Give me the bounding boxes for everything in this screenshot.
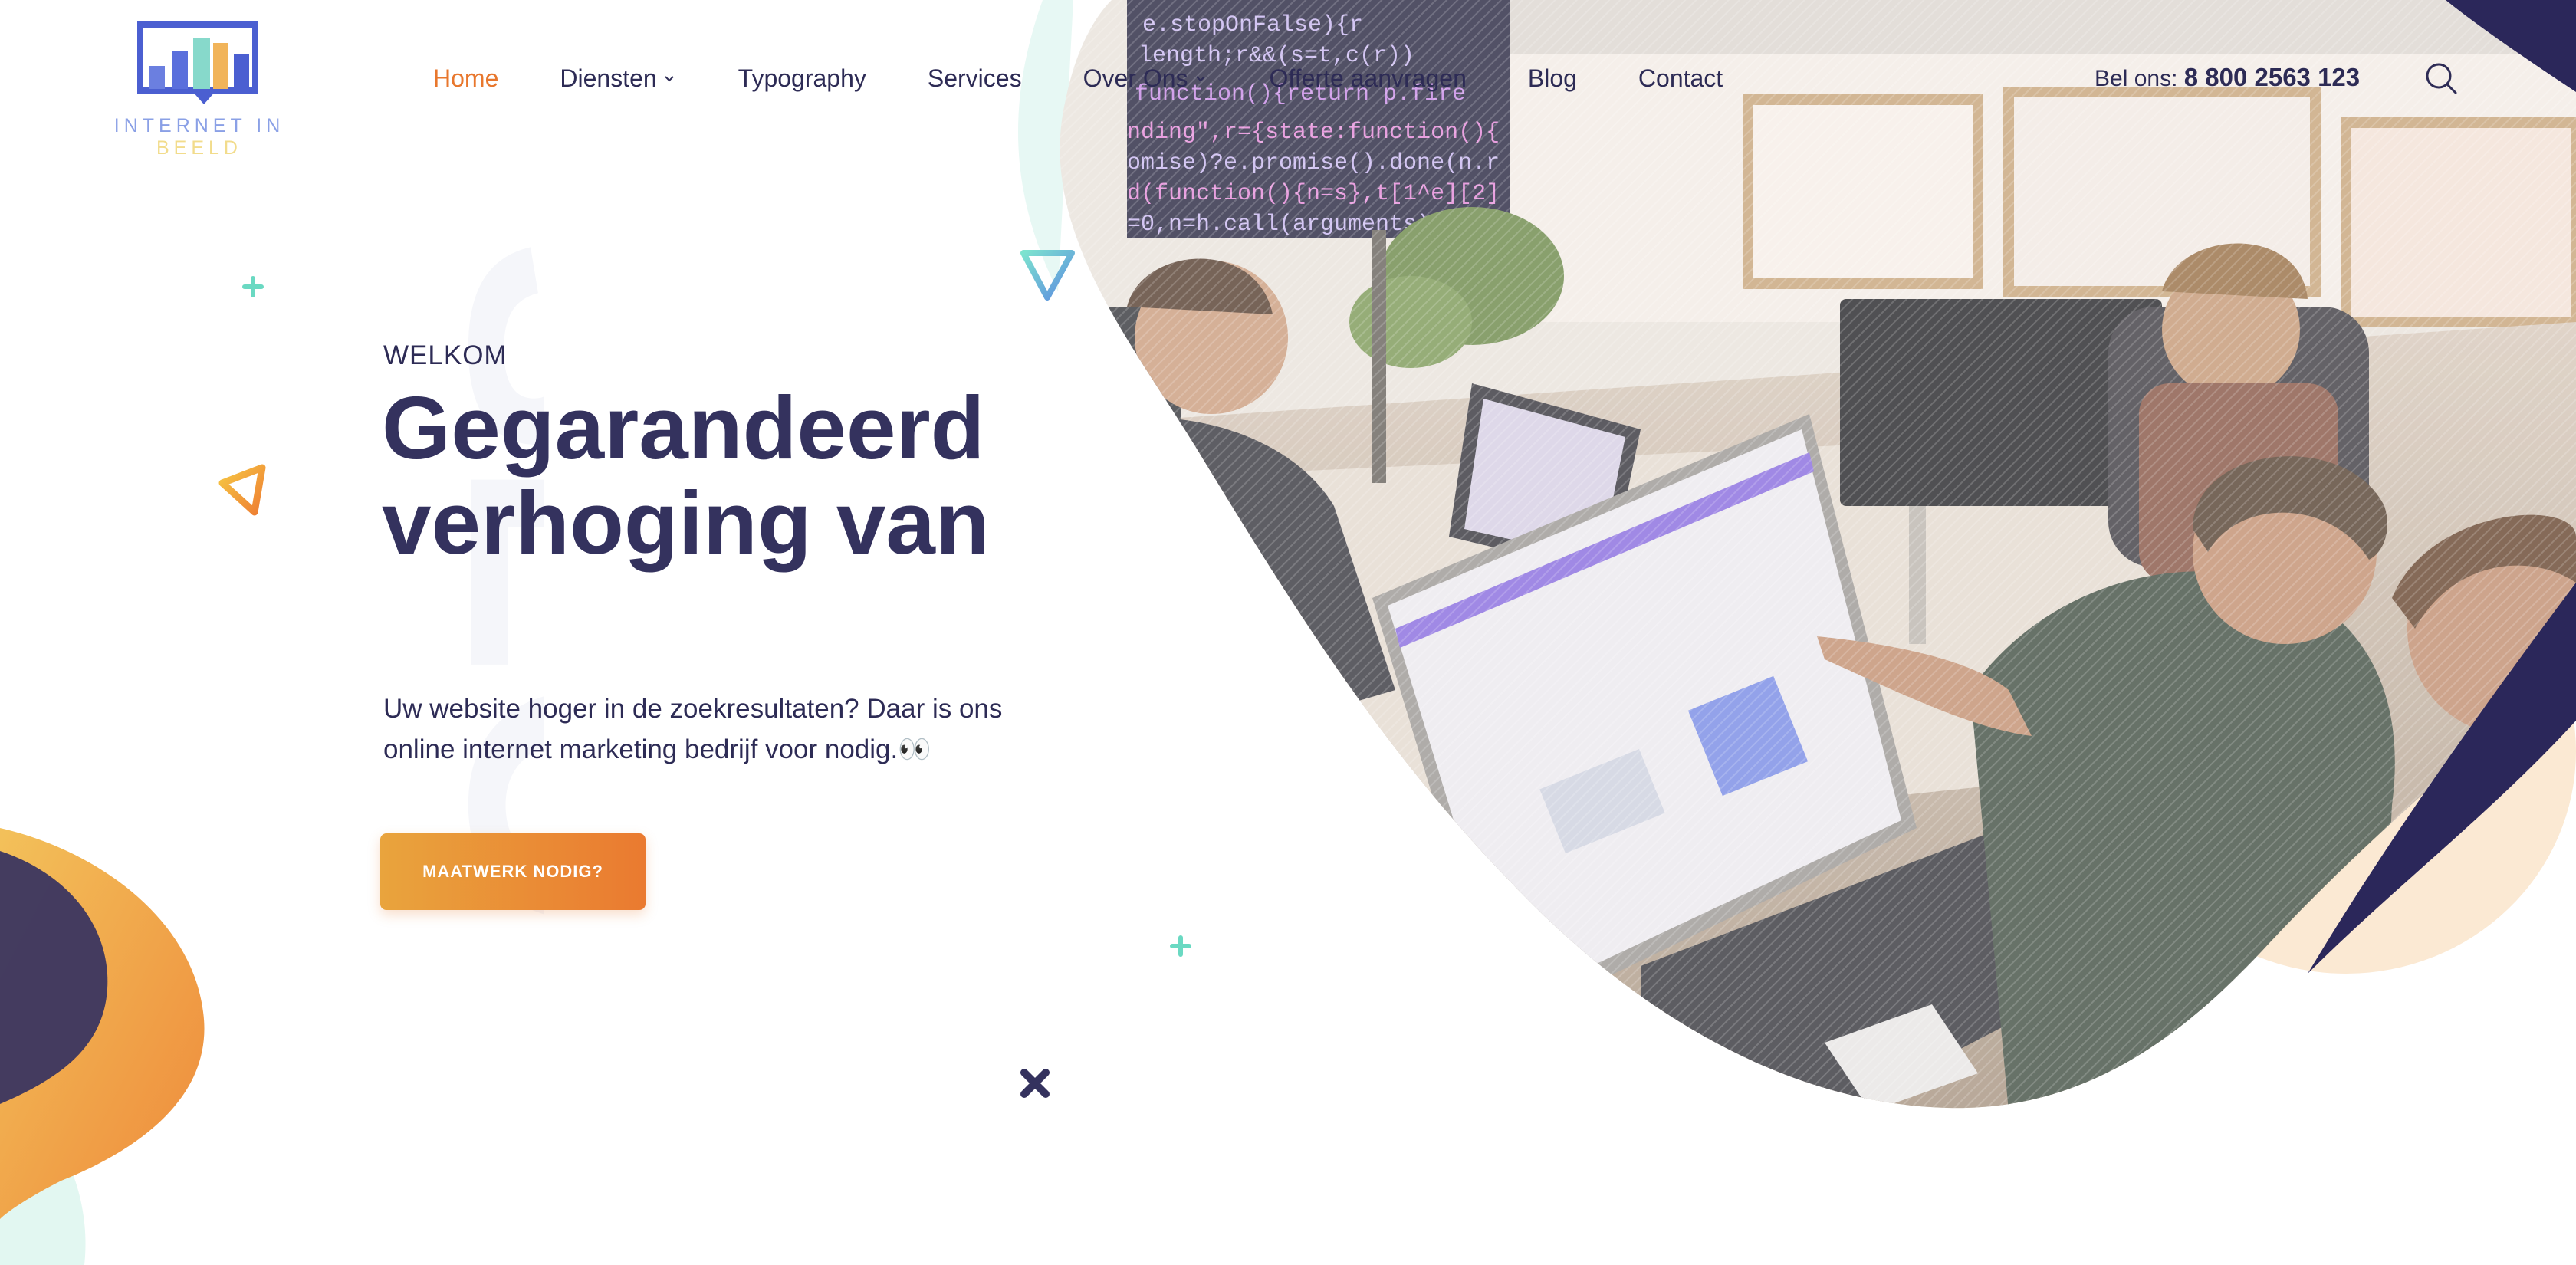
hero-title: Gegarandeerd verhoging van [382,380,1072,570]
logo-mark [137,21,258,104]
logo-text: INTERNET IN BEELD [77,115,322,159]
nav-item-label: Over Ons [1083,64,1188,92]
hero-title-line2: verhoging van [382,473,990,573]
cta-button[interactable]: MAATWERK NODIG? [380,833,646,910]
search-icon[interactable] [2423,60,2459,97]
nav-item-label: Home [433,64,499,92]
hero-title-line1: Gegarandeerd [382,378,985,478]
main-nav: Home Diensten Typography Services Over O… [433,60,1784,97]
nav-item-label: Contact [1638,64,1723,92]
nav-item-diensten[interactable]: Diensten [560,64,676,93]
phone-prefix: Bel ons: [2095,66,2178,91]
nav-item-typography[interactable]: Typography [738,64,866,93]
nav-item-contact[interactable]: Contact [1638,64,1723,93]
nav-item-label: Diensten [560,64,657,92]
chevron-down-icon [1195,76,1205,82]
logo[interactable]: INTERNET IN BEELD [77,20,322,159]
phone-contact[interactable]: Bel ons: 8 800 2563 123 [2095,63,2360,92]
logo-word-beeld: BEELD [156,137,242,159]
nav-item-label: Typography [738,64,866,92]
hero-description-line1: Uw website hoger in de zoekresultaten? D… [383,694,1003,724]
chevron-down-icon [664,76,674,82]
hero-eyebrow: WELKOM [383,340,508,370]
nav-item-blog[interactable]: Blog [1528,64,1577,93]
nav-item-home[interactable]: Home [433,64,498,93]
nav-item-services[interactable]: Services [928,64,1022,93]
nav-item-label: Services [927,64,1022,92]
hero-image: e.stopOnFalse){r length;r&&(s=t,c(r)) fu… [1060,0,2576,1109]
hero-description: Uw website hoger in de zoekresultaten? D… [383,688,1089,770]
nav-item-label: Blog [1527,64,1577,92]
hero-description-line2: online internet marketing bedrijf voor n… [383,734,932,764]
nav-item-offerte-aanvragen[interactable]: Offerte aanvragen [1270,64,1467,93]
logo-word-internet: INTERNET IN [113,115,285,136]
phone-number: 8 800 2563 123 [2183,63,2361,91]
nav-item-label: Offerte aanvragen [1269,64,1467,92]
nav-item-over-ons[interactable]: Over Ons [1083,64,1208,93]
